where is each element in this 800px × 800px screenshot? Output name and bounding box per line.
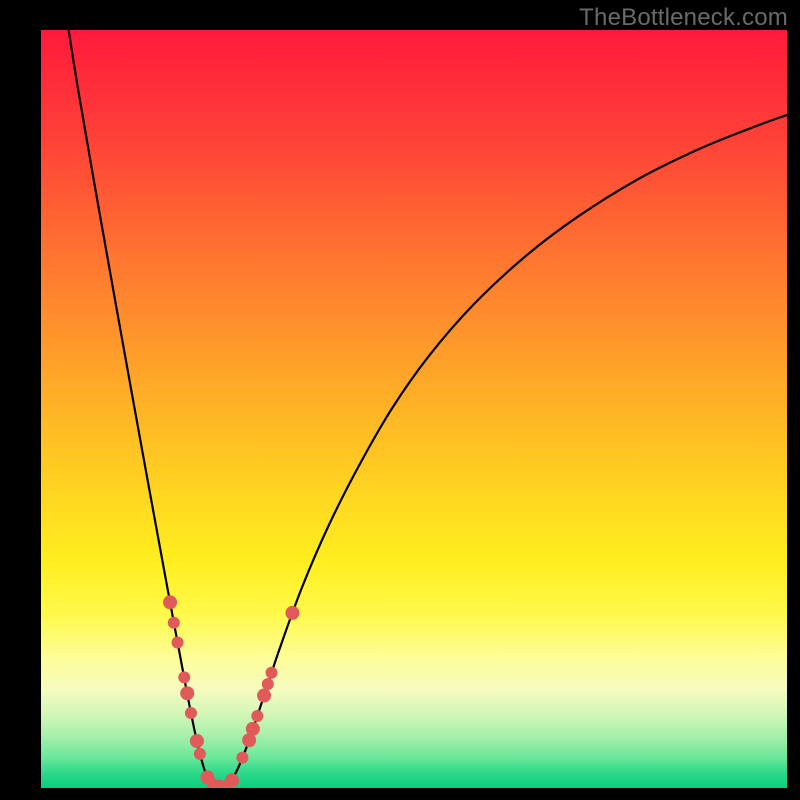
marker-dot [172,636,184,648]
marker-dot [194,748,206,760]
curve-path [69,30,787,788]
marker-dot [251,710,263,722]
marker-dot [262,678,274,690]
marker-dot [163,595,177,609]
marker-dot [246,722,260,736]
marker-dot [285,606,299,620]
marker-dot [190,734,204,748]
marker-group [163,595,299,788]
marker-dot [185,707,197,719]
marker-dot [236,752,248,764]
marker-dot [178,671,190,683]
marker-dot [225,773,239,787]
marker-dot [180,686,194,700]
marker-dot [168,617,180,629]
bottleneck-curve [41,30,787,788]
watermark-text: TheBottleneck.com [579,4,788,32]
marker-dot [266,667,278,679]
marker-dot [257,689,271,703]
chart-frame: TheBottleneck.com [0,0,800,800]
plot-area [41,30,787,788]
